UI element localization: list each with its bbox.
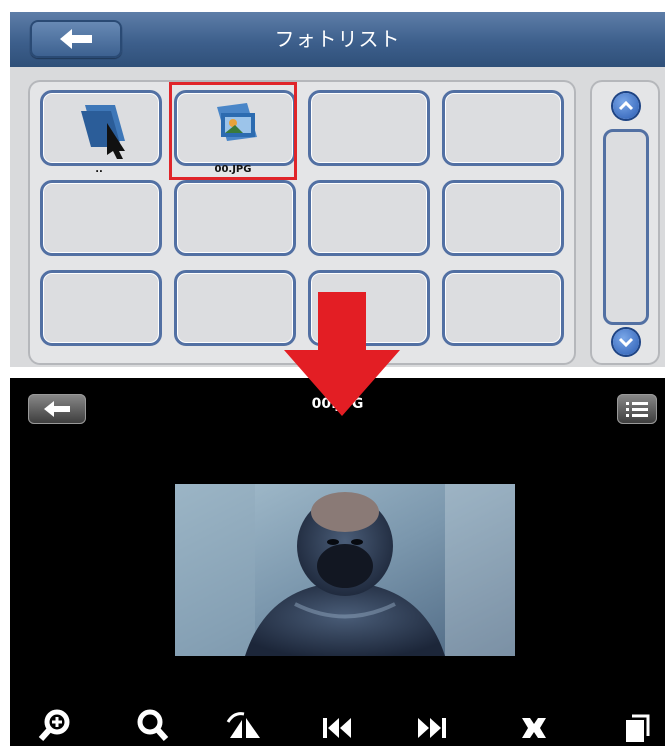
parent-folder-icon bbox=[81, 105, 125, 159]
scroll-track[interactable] bbox=[603, 129, 649, 325]
zoom-in-icon bbox=[38, 709, 70, 742]
zoom-out-icon bbox=[137, 709, 169, 742]
page-title: フォトリスト bbox=[274, 27, 401, 51]
chevron-up-icon bbox=[618, 100, 634, 111]
rotate-icon bbox=[226, 712, 260, 738]
scrollbar bbox=[590, 80, 660, 365]
viewer-toolbar bbox=[10, 706, 665, 746]
previous-button[interactable] bbox=[315, 706, 363, 746]
list-view-button[interactable] bbox=[617, 394, 657, 424]
grid-cell-empty[interactable] bbox=[40, 180, 162, 256]
zoom-out-button[interactable] bbox=[128, 706, 176, 746]
grid-cell-empty[interactable] bbox=[442, 180, 564, 256]
next-button[interactable] bbox=[408, 706, 456, 746]
chevron-down-icon bbox=[618, 337, 634, 348]
copy-icon bbox=[626, 714, 650, 742]
scroll-up-button[interactable] bbox=[613, 93, 639, 119]
grid-cell-empty[interactable] bbox=[442, 270, 564, 346]
list-icon bbox=[626, 402, 648, 417]
previous-icon bbox=[323, 718, 351, 738]
copy-button[interactable] bbox=[612, 706, 660, 746]
gorilla-photo bbox=[175, 484, 515, 656]
grid-cell-empty[interactable] bbox=[40, 270, 162, 346]
fit-screen-button[interactable] bbox=[510, 706, 558, 746]
down-arrow-icon bbox=[284, 292, 400, 416]
next-icon bbox=[418, 718, 446, 738]
grid-cell-label: .. bbox=[95, 164, 103, 175]
fit-screen-icon bbox=[522, 718, 546, 738]
photo-list-header: フォトリスト bbox=[10, 12, 665, 67]
selection-highlight bbox=[169, 82, 297, 180]
grid-cell-empty[interactable] bbox=[174, 180, 296, 256]
grid-cell-empty[interactable] bbox=[442, 90, 564, 166]
grid-cell-empty[interactable] bbox=[308, 90, 430, 166]
grid-cell-empty[interactable] bbox=[308, 180, 430, 256]
rotate-button[interactable] bbox=[220, 706, 268, 746]
scroll-down-button[interactable] bbox=[613, 329, 639, 355]
photo-viewer-screen: 00.JPG bbox=[10, 378, 665, 746]
grid-cell-parent-folder[interactable] bbox=[40, 90, 162, 166]
grid-cell-empty[interactable] bbox=[174, 270, 296, 346]
zoom-in-button[interactable] bbox=[30, 706, 78, 746]
